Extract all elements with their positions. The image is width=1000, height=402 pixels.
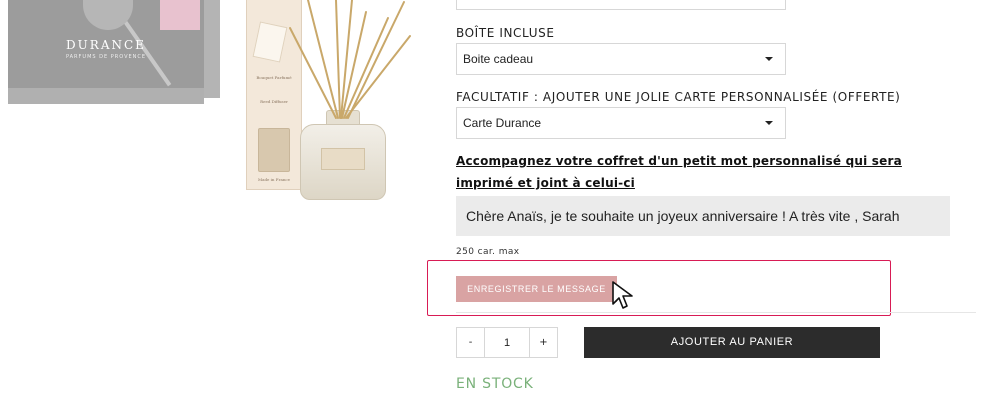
cursor-arrow-icon <box>612 281 633 309</box>
quantity-stepper: - 1 + <box>456 327 558 358</box>
card-select[interactable]: Carte Durance <box>456 107 786 139</box>
chevron-down-icon <box>765 121 773 125</box>
message-heading: Accompagnez votre coffret d'un petit mot… <box>456 154 902 190</box>
box-option-label: BOÎTE INCLUSE <box>456 26 555 40</box>
card-select-value: Carte Durance <box>463 116 542 130</box>
diffuser-reeds <box>289 0 411 119</box>
add-to-cart-button[interactable]: AJOUTER AU PANIER <box>584 327 880 358</box>
char-limit-note: 250 car. max <box>456 247 520 257</box>
quantity-value[interactable]: 1 <box>485 328 529 357</box>
gift-box-brand: DURANCE <box>66 38 146 52</box>
save-message-button[interactable]: ENREGISTRER LE MESSAGE <box>456 276 617 302</box>
box-select-value: Boite cadeau <box>463 52 534 66</box>
previous-select-bottom <box>456 0 786 10</box>
message-textarea[interactable]: Chère Anaïs, je te souhaite un joyeux an… <box>456 196 950 236</box>
chevron-down-icon <box>765 57 773 61</box>
stock-status: EN STOCK <box>456 376 534 392</box>
diffuser-image: Bouquet Parfumé Reed Diffuser Made in Fr… <box>238 0 428 205</box>
card-option-label: FACULTATIF : AJOUTER UNE JOLIE CARTE PER… <box>456 90 901 104</box>
box-select[interactable]: Boite cadeau <box>456 43 786 75</box>
gift-box-subtitle: PARFUMS DE PROVENCE <box>65 54 147 60</box>
quantity-increase-button[interactable]: + <box>529 328 557 357</box>
gift-box-image: DURANCE PARFUMS DE PROVENCE <box>8 0 220 104</box>
quantity-decrease-button[interactable]: - <box>457 328 485 357</box>
gift-box-pink-accent <box>160 0 200 30</box>
divider <box>456 312 976 313</box>
gift-box-side <box>204 0 220 98</box>
gift-box-lid <box>8 88 204 104</box>
